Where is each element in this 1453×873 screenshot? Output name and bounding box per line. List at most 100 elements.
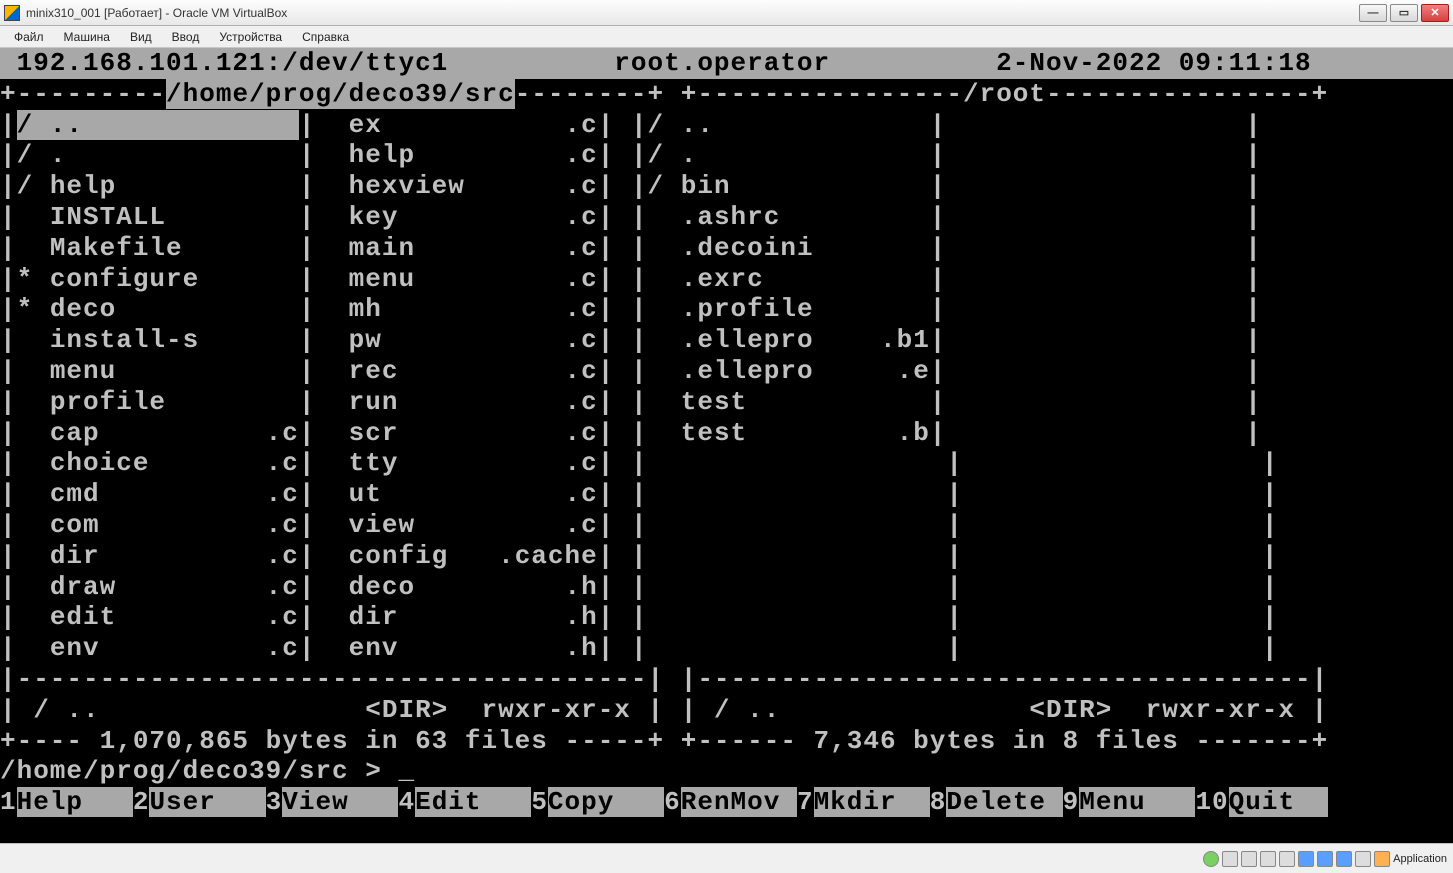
file-item[interactable]: view .c — [315, 510, 597, 540]
file-item — [648, 572, 947, 602]
file-row: | env .c| env .h| | | | — [0, 633, 1453, 664]
header-host: 192.168.101.121:/dev/ttyc1 — [0, 48, 448, 78]
file-item[interactable]: scr .c — [315, 418, 597, 448]
file-item[interactable]: / help — [17, 171, 299, 201]
file-item[interactable]: help .c — [315, 140, 597, 170]
file-item[interactable]: .decoini — [648, 233, 930, 263]
file-item[interactable]: run .c — [315, 387, 597, 417]
menubar: Файл Машина Вид Ввод Устройства Справка — [0, 26, 1453, 48]
file-item[interactable]: .ellepro .e — [648, 356, 930, 386]
file-item[interactable]: * deco — [17, 294, 299, 324]
fkey-num: 1 — [0, 787, 17, 817]
sb-icon[interactable] — [1279, 851, 1295, 867]
file-item[interactable]: deco .h — [315, 572, 597, 602]
menu-help[interactable]: Справка — [292, 28, 359, 46]
file-item[interactable]: cmd .c — [17, 479, 299, 509]
file-item[interactable]: edit .c — [17, 602, 299, 632]
menu-devices[interactable]: Устройства — [209, 28, 292, 46]
file-item[interactable]: profile — [17, 387, 299, 417]
sb-icon[interactable] — [1317, 851, 1333, 867]
vm-icon — [4, 5, 20, 21]
file-row: | choice .c| tty .c| | | | — [0, 448, 1453, 479]
fkey-num: 4 — [398, 787, 415, 817]
file-item — [946, 264, 1245, 294]
file-item[interactable]: tty .c — [315, 448, 597, 478]
file-item[interactable]: / . — [17, 140, 299, 170]
file-item-selected[interactable]: / .. — [17, 110, 299, 140]
file-item[interactable]: .ashrc — [648, 202, 930, 232]
file-item[interactable]: Makefile — [17, 233, 299, 263]
fkey-copy[interactable]: Copy — [548, 787, 664, 817]
file-item[interactable]: config .cache — [315, 541, 597, 571]
file-item[interactable]: .profile — [648, 294, 930, 324]
file-item[interactable]: / .. — [648, 110, 930, 140]
file-item[interactable]: dir .h — [315, 602, 597, 632]
minimize-button[interactable]: — — [1359, 4, 1387, 22]
fkey-menu[interactable]: Menu — [1079, 787, 1195, 817]
maximize-button[interactable]: ▭ — [1390, 4, 1418, 22]
file-item[interactable]: pw .c — [315, 325, 597, 355]
file-item[interactable]: mh .c — [315, 294, 597, 324]
footer-row: +---- 1,070,865 bytes in 63 files -----+… — [0, 726, 1453, 757]
file-item[interactable]: choice .c — [17, 448, 299, 478]
sb-icon[interactable] — [1374, 851, 1390, 867]
file-item[interactable]: ex .c — [315, 110, 597, 140]
sb-icon[interactable] — [1260, 851, 1276, 867]
sb-icon[interactable] — [1298, 851, 1314, 867]
file-item[interactable]: .exrc — [648, 264, 930, 294]
shell-prompt[interactable]: /home/prog/deco39/src > _ — [0, 756, 415, 786]
sb-icon[interactable] — [1241, 851, 1257, 867]
menu-input[interactable]: Ввод — [162, 28, 210, 46]
file-item[interactable]: install-s — [17, 325, 299, 355]
file-row: | menu | rec .c| | .ellepro .e| | — [0, 356, 1453, 387]
sb-icon[interactable] — [1355, 851, 1371, 867]
file-row: | edit .c| dir .h| | | | — [0, 602, 1453, 633]
file-item[interactable]: menu .c — [315, 264, 597, 294]
file-item[interactable]: test — [648, 387, 930, 417]
prompt-row[interactable]: /home/prog/deco39/src > _ — [0, 756, 1453, 787]
sb-icon[interactable] — [1336, 851, 1352, 867]
menu-machine[interactable]: Машина — [54, 28, 120, 46]
file-item[interactable]: rec .c — [315, 356, 597, 386]
fkey-num: 3 — [266, 787, 283, 817]
file-item[interactable]: hexview .c — [315, 171, 597, 201]
file-item[interactable]: draw .c — [17, 572, 299, 602]
menu-file[interactable]: Файл — [4, 28, 54, 46]
file-item[interactable]: menu — [17, 356, 299, 386]
fkey-quit[interactable]: Quit — [1229, 787, 1329, 817]
file-item[interactable]: cap .c — [17, 418, 299, 448]
menu-view[interactable]: Вид — [120, 28, 162, 46]
fkey-renmov[interactable]: RenMov — [681, 787, 797, 817]
fkey-view[interactable]: View — [282, 787, 398, 817]
file-item[interactable]: INSTALL — [17, 202, 299, 232]
file-item[interactable]: env .c — [17, 633, 299, 663]
fkey-edit[interactable]: Edit — [415, 787, 531, 817]
fkey-delete[interactable]: Delete — [946, 787, 1062, 817]
file-item[interactable]: test .b — [648, 418, 930, 448]
file-item[interactable]: env .h — [315, 633, 597, 663]
file-item — [946, 294, 1245, 324]
sb-icon[interactable] — [1203, 851, 1219, 867]
file-row: | draw .c| deco .h| | | | — [0, 572, 1453, 603]
file-item[interactable]: * configure — [17, 264, 299, 294]
left-panel-path: /home/prog/deco39/src — [166, 79, 515, 109]
file-item — [963, 510, 1262, 540]
file-item[interactable]: / bin — [648, 171, 930, 201]
file-item[interactable]: com .c — [17, 510, 299, 540]
fkey-user[interactable]: User — [149, 787, 265, 817]
sb-app-label: Application — [1393, 853, 1447, 865]
fkey-mkdir[interactable]: Mkdir — [814, 787, 930, 817]
file-item[interactable]: .ellepro .b1 — [648, 325, 930, 355]
sb-icon[interactable] — [1222, 851, 1238, 867]
file-item[interactable]: ut .c — [315, 479, 597, 509]
file-item — [648, 510, 947, 540]
file-item — [648, 602, 947, 632]
file-item — [946, 356, 1245, 386]
file-item[interactable]: key .c — [315, 202, 597, 232]
file-item[interactable]: main .c — [315, 233, 597, 263]
file-item[interactable]: dir .c — [17, 541, 299, 571]
terminal[interactable]: 192.168.101.121:/dev/ttyc1 root.operator… — [0, 48, 1453, 843]
file-item[interactable]: / . — [648, 140, 930, 170]
fkey-help[interactable]: Help — [17, 787, 133, 817]
close-button[interactable]: ✕ — [1421, 4, 1449, 22]
